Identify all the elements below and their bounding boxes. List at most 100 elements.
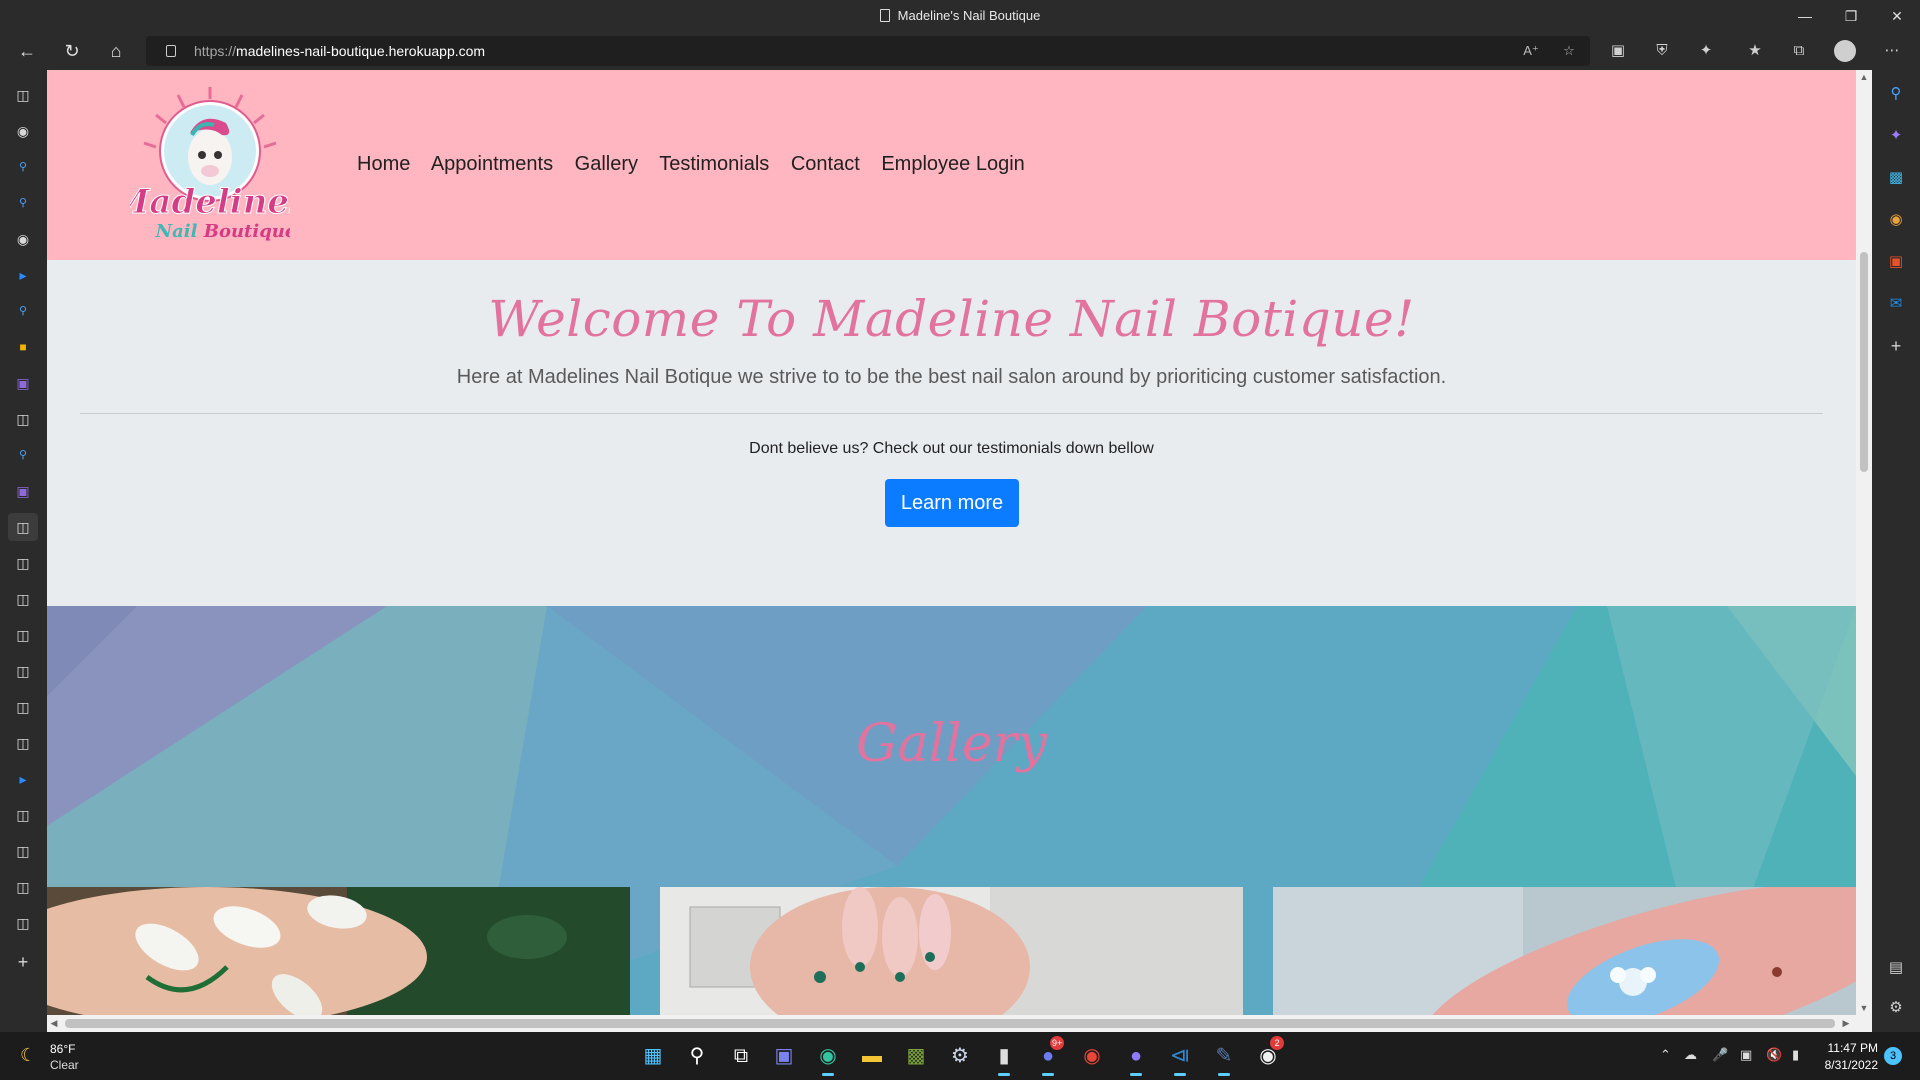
app-tab-icon[interactable]: ■ — [13, 337, 33, 357]
heroku-tab-icon[interactable]: ▣ — [13, 373, 33, 393]
search-tab-icon[interactable]: ⚲ — [13, 445, 33, 465]
nav-gallery[interactable]: Gallery — [575, 153, 638, 175]
tab-actions-icon[interactable]: ◫ — [13, 85, 33, 105]
search-tab-icon[interactable]: ⚲ — [13, 301, 33, 321]
shopping-icon[interactable]: ▩ — [1886, 168, 1906, 188]
gallery-title: Gallery — [856, 714, 1047, 774]
gallery-photo-1[interactable] — [47, 887, 630, 1015]
snipping-tool-icon[interactable]: ✎ — [1208, 1040, 1240, 1076]
minimize-button[interactable]: — — [1782, 0, 1828, 32]
edge-browser-icon[interactable]: ◉ — [812, 1040, 844, 1076]
nav-testimonials[interactable]: Testimonials — [659, 153, 769, 175]
refresh-button[interactable]: ↻ — [57, 37, 87, 65]
minecraft-icon[interactable]: ▩ — [900, 1040, 932, 1072]
office-icon[interactable]: ▣ — [1886, 252, 1906, 272]
learn-more-button[interactable]: Learn more — [885, 479, 1019, 527]
vertical-scrollbar[interactable]: ▲ ▼ — [1856, 70, 1872, 1015]
add-sidebar-app-icon[interactable]: + — [1886, 336, 1906, 356]
document-icon — [879, 9, 890, 22]
search-icon[interactable]: ⚲ — [681, 1040, 713, 1072]
page-tab-icon[interactable]: ◫ — [13, 661, 33, 681]
more-menu-icon[interactable]: ⋯ — [1882, 41, 1902, 61]
hide-sidebar-icon[interactable]: ▤ — [1886, 958, 1906, 978]
app-badge: 2 — [1270, 1036, 1284, 1050]
shield-extension-icon[interactable]: ⛨ — [1652, 41, 1672, 61]
page-tab-icon[interactable]: ◫ — [13, 805, 33, 825]
heroku-tab-icon[interactable]: ▣ — [13, 481, 33, 501]
search-icon[interactable]: ⚲ — [1886, 84, 1906, 104]
restore-button[interactable]: ❐ — [1828, 0, 1874, 32]
page-tab-icon[interactable]: ◫ — [13, 913, 33, 933]
page-tab-icon[interactable]: ◫ — [13, 589, 33, 609]
page-tab-icon[interactable]: ◫ — [13, 733, 33, 753]
nav-employee-login[interactable]: Employee Login — [881, 153, 1024, 175]
horizontal-scrollbar[interactable]: ◀ ▶ — [47, 1015, 1872, 1032]
welcome-jumbotron: Welcome To Madeline Nail Botique! Here a… — [47, 260, 1856, 606]
page-tab-icon[interactable]: ◫ — [13, 877, 33, 897]
battery-icon[interactable]: ▮ — [1792, 1047, 1799, 1063]
volume-muted-icon[interactable]: 🔇 — [1766, 1047, 1782, 1063]
steam-icon[interactable]: ⚙ — [944, 1040, 976, 1072]
gallery-photo-2[interactable] — [660, 887, 1243, 1015]
add-favorite-icon[interactable]: ☆ — [1560, 42, 1578, 60]
teams-chat-icon[interactable]: ▣ — [768, 1040, 800, 1072]
back-button[interactable]: ← — [12, 37, 42, 65]
vscode-icon[interactable]: ⧏ — [1164, 1040, 1196, 1076]
nav-contact[interactable]: Contact — [791, 153, 860, 175]
discover-icon[interactable]: ✦ — [1886, 126, 1906, 146]
horizontal-scroll-thumb[interactable] — [65, 1019, 1835, 1028]
address-bar[interactable]: https://madelines-nail-boutique.herokuap… — [146, 36, 1590, 66]
app-orb-icon[interactable]: ● — [1120, 1040, 1152, 1076]
bing-tab-icon[interactable]: ▸ — [13, 265, 33, 285]
page-tab-icon[interactable]: ◫ — [13, 841, 33, 861]
scroll-down-arrow-icon[interactable]: ▼ — [1856, 1001, 1872, 1015]
divider — [80, 413, 1823, 414]
madelines-logo[interactable]: Madelines Nail Boutique — [130, 85, 290, 245]
microphone-icon[interactable]: 🎤 — [1712, 1047, 1728, 1063]
github-tab-icon[interactable]: ◉ — [13, 229, 33, 249]
nav-appointments[interactable]: Appointments — [431, 153, 553, 175]
search-tab-icon[interactable]: ⚲ — [13, 193, 33, 213]
page-tab-icon[interactable]: ◫ — [13, 553, 33, 573]
page-tab-icon[interactable]: ◫ — [13, 625, 33, 645]
collections-icon[interactable]: ⧉ — [1789, 41, 1809, 61]
bing-tab-icon[interactable]: ▸ — [13, 769, 33, 789]
tray-overflow-chevron-icon[interactable]: ⌃ — [1660, 1047, 1671, 1063]
logo-text-boutique: Nail Boutique — [155, 221, 290, 242]
vertical-scroll-thumb[interactable] — [1860, 252, 1868, 472]
page-tab-icon[interactable]: ◫ — [13, 697, 33, 717]
scroll-left-arrow-icon[interactable]: ◀ — [47, 1015, 61, 1032]
task-view-icon[interactable]: ⧉ — [725, 1040, 757, 1072]
page-tab-icon[interactable]: ◫ — [13, 409, 33, 429]
scroll-right-arrow-icon[interactable]: ▶ — [1839, 1015, 1853, 1032]
network-icon[interactable]: ▣ — [1740, 1047, 1752, 1063]
testimonials-teaser: Dont believe us? Check out our testimoni… — [749, 440, 1154, 457]
gallery-photo-3[interactable] — [1273, 887, 1856, 1015]
extension-icon[interactable]: ▣ — [1608, 41, 1628, 61]
system-clock[interactable]: 11:47 PM 8/31/2022 — [1808, 1041, 1878, 1072]
profile-avatar[interactable] — [1834, 40, 1856, 62]
sidebar-settings-icon[interactable]: ⚙ — [1886, 998, 1906, 1018]
close-window-button[interactable]: ✕ — [1874, 0, 1920, 32]
outlook-icon[interactable]: ✉ — [1886, 294, 1906, 314]
windows-taskbar: ☾ 86°F Clear ▦ ⚲ ⧉ ▣ ◉ ▬ ▩ ⚙ ▮ ● 9+ ◉ ● … — [0, 1032, 1920, 1080]
onedrive-cloud-icon[interactable]: ☁ — [1684, 1047, 1697, 1063]
read-aloud-icon[interactable]: A⁺ — [1522, 42, 1540, 60]
page-viewport: Madelines Nail Boutique Home Appointment… — [47, 70, 1856, 1015]
chrome-icon[interactable]: ◉ — [1076, 1040, 1108, 1072]
nav-home[interactable]: Home — [357, 153, 410, 175]
start-windows-icon[interactable]: ▦ — [637, 1040, 669, 1072]
file-explorer-icon[interactable]: ▬ — [856, 1040, 888, 1072]
github-tab-icon[interactable]: ◉ — [13, 121, 33, 141]
new-tab-plus-icon[interactable]: + — [13, 952, 33, 972]
url-text[interactable]: https://madelines-nail-boutique.herokuap… — [194, 43, 485, 59]
notification-count[interactable]: 3 — [1884, 1047, 1902, 1065]
scroll-up-arrow-icon[interactable]: ▲ — [1856, 70, 1872, 84]
favorites-icon[interactable]: ★ — [1745, 41, 1765, 61]
extensions-puzzle-icon[interactable]: ✦ — [1696, 41, 1716, 61]
tools-icon[interactable]: ◉ — [1886, 210, 1906, 230]
active-page-tab-icon[interactable]: ◫ — [8, 513, 38, 541]
home-button[interactable]: ⌂ — [101, 37, 131, 65]
terminal-icon[interactable]: ▮ — [988, 1040, 1020, 1076]
search-tab-icon[interactable]: ⚲ — [13, 157, 33, 177]
